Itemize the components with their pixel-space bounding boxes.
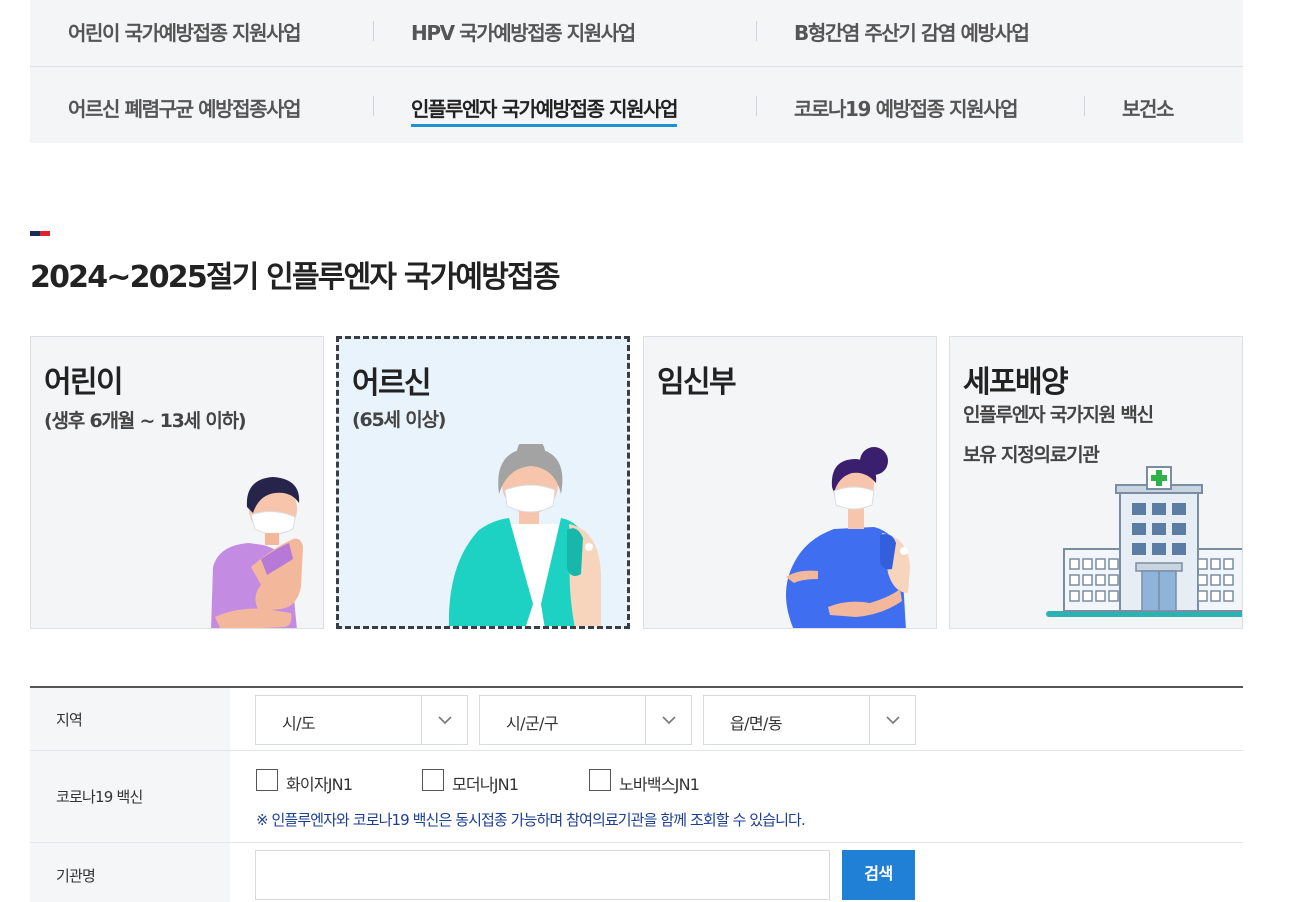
- card-child[interactable]: 어린이 (생후 6개월 ~ 13세 이하): [30, 336, 324, 629]
- covid-coadministration-note: ※ 인플루엔자와 코로나19 백신은 동시접종 가능하며 참여의료기관을 함께 …: [256, 811, 806, 829]
- senior-vaccination-illustration: [449, 444, 601, 626]
- nav-separator: [1084, 96, 1085, 116]
- nav-link-hepatitis-b[interactable]: B형간염 주산기 감염 예방사업: [794, 17, 1030, 46]
- program-nav-row-2: 어르신 폐렴구균 예방접종사업 인플루엔자 국가예방접종 지원사업 코로나19 …: [30, 68, 1243, 143]
- section-title: 2024~2025절기 인플루엔자 국가예방접종: [30, 260, 560, 295]
- institution-name-input[interactable]: [255, 850, 830, 900]
- town-select-value: 읍/면/동: [730, 714, 783, 733]
- nav-link-child-vaccination[interactable]: 어린이 국가예방접종 지원사업: [68, 17, 302, 46]
- program-nav-row-1: 어린이 국가예방접종 지원사업 HPV 국가예방접종 지원사업 B형간염 주산기…: [30, 0, 1243, 67]
- pregnant-woman-illustration: [786, 447, 910, 628]
- region-row-header: 지역: [30, 688, 230, 750]
- checkbox-box[interactable]: [589, 769, 611, 791]
- card-title: 어르신: [352, 366, 432, 401]
- city-district-select[interactable]: 시/군/구: [479, 695, 692, 745]
- card-subtitle: (생후 6개월 ~ 13세 이하): [44, 410, 247, 432]
- checkbox-label: 노바백스JN1: [619, 775, 700, 794]
- checkbox-label: 모더나JN1: [452, 775, 519, 794]
- city-district-select-value: 시/군/구: [506, 714, 559, 733]
- nav-link-covid19[interactable]: 코로나19 예방접종 지원사업: [794, 93, 1019, 122]
- checkbox-label: 화이자JN1: [286, 775, 353, 794]
- search-form: 지역 시/도 시/군/구 읍/면/동 코로나19 백신 화이자JN1 모더나JN…: [30, 686, 1243, 902]
- heading-accent-bar: [30, 231, 50, 236]
- institution-label: 기관명: [56, 867, 96, 885]
- card-pregnant[interactable]: 임신부: [643, 336, 937, 629]
- nav-separator: [373, 21, 374, 41]
- province-select[interactable]: 시/도: [255, 695, 468, 745]
- chevron-down-icon: [886, 716, 900, 725]
- program-nav: 어린이 국가예방접종 지원사업 HPV 국가예방접종 지원사업 B형간염 주산기…: [30, 0, 1243, 143]
- search-button[interactable]: 검색: [842, 850, 915, 900]
- chevron-down-icon: [662, 716, 676, 725]
- nav-link-pneumococcal[interactable]: 어르신 폐렴구균 예방접종사업: [68, 93, 302, 122]
- chevron-down-icon: [438, 716, 452, 725]
- covid-vaccine-row: 코로나19 백신 화이자JN1 모더나JN1 노바백스JN1 ※ 인플루엔자와 …: [30, 751, 1243, 843]
- hospital-building-illustration: [1046, 466, 1242, 617]
- nav-link-hpv-vaccination[interactable]: HPV 국가예방접종 지원사업: [411, 17, 636, 46]
- nav-separator: [756, 96, 757, 116]
- checkbox-box[interactable]: [422, 769, 444, 791]
- institution-row-header: 기관명: [30, 843, 230, 902]
- region-label: 지역: [56, 711, 83, 729]
- nav-separator: [373, 96, 374, 116]
- card-title: 임신부: [657, 365, 737, 400]
- card-subtitle: (65세 이상): [352, 409, 446, 431]
- covid-vaccine-label: 코로나19 백신: [56, 788, 143, 806]
- province-select-value: 시/도: [282, 714, 316, 733]
- child-vaccination-illustration: [211, 477, 303, 628]
- checkbox-box[interactable]: [256, 769, 278, 791]
- covid-vaccine-row-header: 코로나19 백신: [30, 751, 230, 842]
- nav-link-influenza-active[interactable]: 인플루엔자 국가예방접종 지원사업: [411, 93, 679, 127]
- card-cell-culture[interactable]: 세포배양 인플루엔자 국가지원 백신 보유 지정의료기관: [949, 336, 1243, 629]
- region-row: 지역 시/도 시/군/구 읍/면/동: [30, 688, 1243, 751]
- nav-separator: [756, 21, 757, 41]
- institution-row: 기관명 검색: [30, 843, 1243, 902]
- card-subtitle-line-1: 인플루엔자 국가지원 백신: [963, 404, 1154, 426]
- town-select[interactable]: 읍/면/동: [703, 695, 916, 745]
- nav-link-health-center[interactable]: 보건소: [1122, 93, 1174, 122]
- card-title: 어린이: [44, 365, 124, 400]
- card-senior[interactable]: 어르신 (65세 이상): [336, 336, 630, 629]
